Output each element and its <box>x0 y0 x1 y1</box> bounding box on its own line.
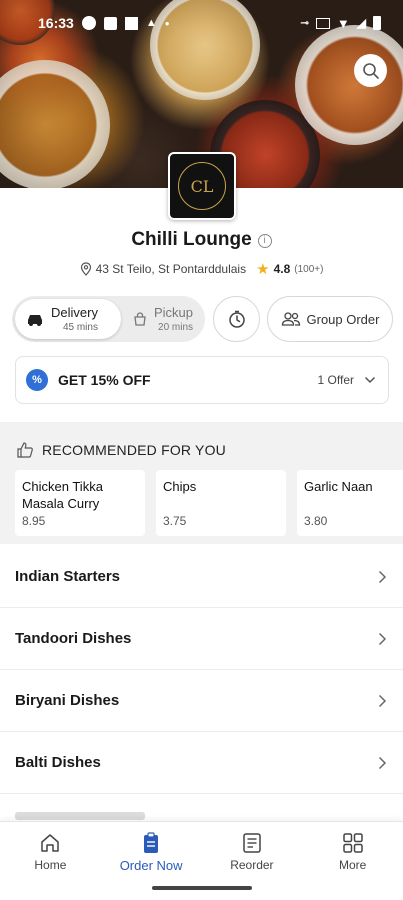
category-label: Biryani Dishes <box>15 692 120 709</box>
notification-icon <box>124 16 138 30</box>
info-icon[interactable]: i <box>257 234 272 248</box>
delivery-text: Delivery 45 mins <box>51 305 98 333</box>
category-row[interactable]: Biryani Dishes <box>0 670 403 732</box>
discount-badge-icon: % <box>26 369 48 391</box>
nav-order-now[interactable]: Order Now <box>101 822 202 879</box>
nav-home-label: Home <box>34 858 67 872</box>
signal-icon: ◢ <box>356 16 366 30</box>
recommended-section: RECOMMENDED FOR YOU Chicken Tikka Masala… <box>0 422 403 544</box>
chevron-down-icon <box>364 376 376 384</box>
offer-banner[interactable]: % GET 15% OFF 1 Offer <box>15 356 389 404</box>
search-button[interactable] <box>354 54 387 87</box>
rating-count: (100+) <box>294 263 324 275</box>
recommended-item-card[interactable]: Chicken Tikka Masala Curry 8.95 <box>15 470 145 536</box>
nav-reorder[interactable]: Reorder <box>202 822 303 879</box>
star-icon: ★ <box>256 261 270 278</box>
android-icon: ▲ <box>145 17 157 29</box>
category-label: Tandoori Dishes <box>15 630 132 647</box>
chevron-right-icon <box>378 694 387 707</box>
category-label: Indian Starters <box>15 568 121 585</box>
chevron-right-icon <box>378 632 387 645</box>
recommended-item-card[interactable]: Chips 3.75 <box>156 470 286 536</box>
battery-icon <box>373 16 381 30</box>
key-icon: ⊸ <box>300 17 309 29</box>
recommended-item-price: 3.75 <box>163 514 187 528</box>
delivery-label: Delivery <box>51 305 98 320</box>
bottom-navigation: Home Order Now Reorder More <box>0 821 403 879</box>
pickup-label: Pickup <box>154 305 194 320</box>
group-order-button[interactable]: Group Order <box>267 296 393 342</box>
category-row-partial[interactable] <box>0 794 403 824</box>
logo-emblem: CL <box>178 162 226 210</box>
bag-icon <box>134 312 146 326</box>
clock-icon <box>228 310 245 328</box>
restaurant-rating: 4.8 <box>273 262 291 276</box>
cast-icon <box>315 17 330 29</box>
receipt-icon <box>243 833 261 853</box>
menu-category-list: Indian Starters Tandoori Dishes Biryani … <box>0 546 403 824</box>
car-icon <box>28 315 42 326</box>
recommended-item-card[interactable]: Garlic Naan 3.80 <box>297 470 403 536</box>
chevron-right-icon <box>378 756 387 769</box>
notification-icon <box>81 16 96 30</box>
status-notification-icons: ▲ ● <box>81 16 170 30</box>
logo-initials: CL <box>190 176 214 196</box>
category-row[interactable]: Indian Starters <box>0 546 403 608</box>
recommended-item-price: 3.80 <box>304 514 328 528</box>
recommended-item-name: Chicken Tikka Masala Curry <box>22 479 103 511</box>
offer-title: GET 15% OFF <box>58 372 151 388</box>
group-order-label: Group Order <box>306 311 380 327</box>
location-pin-icon <box>80 262 91 276</box>
order-icon <box>144 832 159 853</box>
schedule-time-button[interactable] <box>213 296 260 342</box>
grid-icon <box>342 833 363 853</box>
category-row[interactable]: Tandoori Dishes <box>0 608 403 670</box>
restaurant-meta: 43 St Teilo, St Pontarddulais ★ 4.8 (100… <box>0 260 403 278</box>
pickup-text: Pickup 20 mins <box>154 305 193 333</box>
gesture-navigation-bar <box>0 879 403 900</box>
thumbs-up-icon <box>17 442 33 458</box>
home-gesture-handle[interactable] <box>152 886 252 890</box>
category-label: Balti Dishes <box>15 754 101 771</box>
category-row[interactable]: Balti Dishes <box>0 732 403 794</box>
group-icon <box>281 312 300 326</box>
chevron-right-icon <box>378 570 387 583</box>
recommended-item-price: 8.95 <box>22 514 46 528</box>
status-time: 16:33 <box>38 15 74 31</box>
nav-reorder-label: Reorder <box>230 858 274 872</box>
home-icon <box>41 834 60 852</box>
order-mode-toggle: Delivery 45 mins Pickup 20 mins <box>12 296 205 342</box>
recommended-header: RECOMMENDED FOR YOU <box>16 441 226 459</box>
search-icon <box>362 62 379 79</box>
wifi-icon: ▼ <box>336 15 350 31</box>
status-system-icons: ⊸ ▼ ◢ <box>300 15 381 31</box>
notification-icon <box>103 16 117 30</box>
dot-icon: ● <box>164 18 170 28</box>
nav-home[interactable]: Home <box>0 822 101 879</box>
restaurant-address: 43 St Teilo, St Pontarddulais <box>95 262 247 276</box>
nav-more[interactable]: More <box>302 822 403 879</box>
recommended-item-name: Garlic Naan <box>304 479 373 494</box>
restaurant-name-row: Chilli Lounge i <box>0 229 403 251</box>
offer-count: 1 Offer <box>317 373 354 387</box>
pickup-option[interactable]: Pickup 20 mins <box>124 299 204 339</box>
nav-more-label: More <box>338 858 367 872</box>
nav-order-now-label: Order Now <box>119 858 183 873</box>
status-bar: 16:33 ▲ ● ⊸ ▼ ◢ <box>0 0 403 46</box>
recommended-heading: RECOMMENDED FOR YOU <box>42 442 226 458</box>
pickup-time: 20 mins <box>158 322 194 333</box>
delivery-option[interactable]: Delivery 45 mins <box>15 299 121 339</box>
delivery-time: 45 mins <box>62 322 98 333</box>
restaurant-logo: CL <box>168 152 236 220</box>
recommended-item-name: Chips <box>163 479 197 494</box>
restaurant-name: Chilli Lounge <box>131 229 252 250</box>
category-label-obscured <box>15 812 145 820</box>
